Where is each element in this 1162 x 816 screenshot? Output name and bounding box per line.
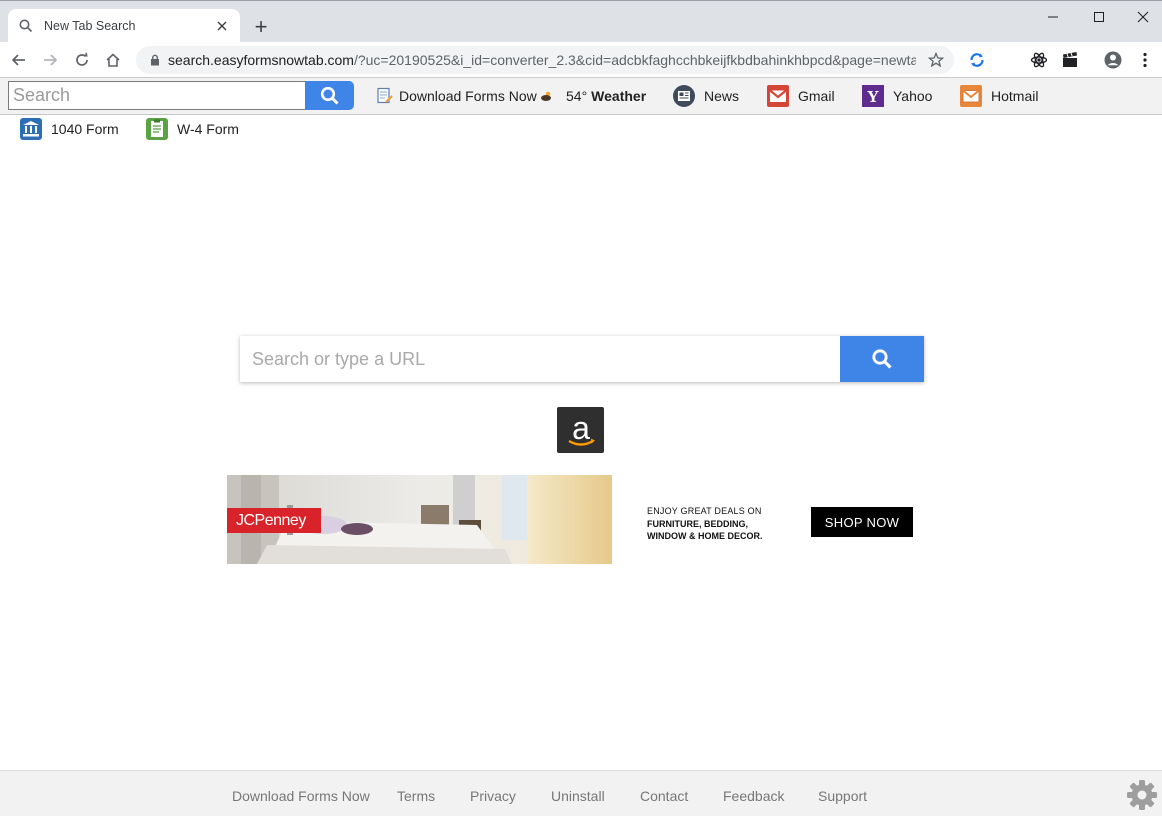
svg-text:Y: Y: [867, 87, 879, 106]
main-search-button[interactable]: [840, 336, 924, 382]
home-button[interactable]: [100, 47, 126, 73]
search-icon: [320, 86, 339, 105]
bookmark-star-icon[interactable]: [926, 50, 946, 70]
toolbar-search-input[interactable]: [8, 81, 306, 110]
footer-link-feedback[interactable]: Feedback: [723, 788, 784, 804]
search-icon: [872, 349, 892, 369]
gmail-icon: [766, 84, 790, 108]
footer-link-uninstall[interactable]: Uninstall: [551, 788, 605, 804]
footer-link-privacy[interactable]: Privacy: [470, 788, 516, 804]
lock-icon: [148, 53, 162, 67]
browser-toolbar: search.easyformsnowtab.com/?uc=20190525&…: [0, 42, 1162, 78]
ad-copy-line-1: ENJOY GREAT DEALS ON: [647, 506, 762, 516]
tab-title: New Tab Search: [44, 19, 136, 33]
weather-icon: [538, 84, 556, 108]
footer-link-support[interactable]: Support: [818, 788, 867, 804]
gmail-label: Gmail: [798, 88, 835, 104]
browser-window: New Tab Search + search.easyformsnowtab.…: [0, 0, 1162, 816]
address-bar[interactable]: search.easyformsnowtab.com/?uc=20190525&…: [136, 46, 954, 74]
footer-link-contact[interactable]: Contact: [640, 788, 688, 804]
url-host: search.easyformsnowtab.com: [168, 52, 354, 68]
page-footer: Download Forms Now Terms Privacy Uninsta…: [0, 770, 1162, 816]
url-path: /?uc=20190525&i_id=converter_2.3&cid=adc…: [353, 52, 916, 68]
yahoo-link[interactable]: Y Yahoo: [861, 84, 932, 108]
minimize-button[interactable]: [1030, 3, 1076, 31]
main-search-input[interactable]: [240, 336, 840, 382]
news-label: News: [704, 88, 740, 104]
download-forms-link[interactable]: Download Forms Now: [376, 84, 537, 108]
quick-link-label: 1040 Form: [51, 121, 119, 137]
weather-temperature: 54°: [566, 88, 588, 104]
hotmail-link[interactable]: Hotmail: [959, 84, 1038, 108]
toolbar-search-button[interactable]: [306, 81, 354, 110]
amazon-icon: a: [567, 410, 595, 446]
footer-link-terms[interactable]: Terms: [397, 788, 435, 804]
news-icon: [672, 84, 696, 108]
ad-copy-line-3: WINDOW & HOME DECOR.: [647, 531, 763, 541]
browser-menu-icon[interactable]: [1133, 48, 1157, 72]
back-button[interactable]: [6, 47, 32, 73]
extension-toolbar: Download Forms Now 54° Weather News Gmai…: [0, 78, 1162, 115]
search-icon: [18, 18, 34, 34]
tab-strip: New Tab Search +: [0, 0, 1162, 43]
yahoo-label: Yahoo: [893, 88, 933, 104]
tab-new-tab-search[interactable]: New Tab Search: [8, 9, 240, 43]
clipboard-icon: [145, 117, 169, 141]
document-pen-icon: [376, 84, 394, 108]
profile-avatar-icon[interactable]: [1101, 48, 1125, 72]
footer-link-download-forms[interactable]: Download Forms Now: [232, 788, 370, 804]
quick-link-1040-form[interactable]: 1040 Form: [19, 116, 119, 142]
atom-extension-icon[interactable]: [1027, 48, 1051, 72]
url-text[interactable]: search.easyformsnowtab.com/?uc=20190525&…: [168, 52, 916, 68]
maximize-button[interactable]: [1076, 3, 1122, 31]
forward-button[interactable]: [37, 47, 63, 73]
close-window-button[interactable]: [1120, 3, 1162, 31]
yahoo-icon: Y: [861, 84, 885, 108]
gmail-link[interactable]: Gmail: [766, 84, 835, 108]
svg-text:a: a: [572, 410, 590, 446]
shop-now-button[interactable]: SHOP NOW: [811, 507, 913, 537]
download-forms-label: Download Forms Now: [399, 88, 537, 104]
hotmail-label: Hotmail: [991, 88, 1039, 104]
quick-link-w4-form[interactable]: W-4 Form: [145, 116, 239, 142]
bank-icon: [19, 117, 43, 141]
jcpenney-logo: JCPenney: [227, 508, 321, 533]
main-search-box: [240, 336, 924, 382]
amazon-shortcut[interactable]: a: [557, 407, 604, 453]
reload-button[interactable]: [69, 47, 95, 73]
ad-copy: ENJOY GREAT DEALS ON FURNITURE, BEDDING,…: [647, 505, 807, 543]
hotmail-icon: [959, 84, 983, 108]
jcpenney-ad-banner[interactable]: JCPenney ENJOY GREAT DEALS ON FURNITURE,…: [227, 475, 927, 564]
quick-link-label: W-4 Form: [177, 121, 239, 137]
sync-extension-icon[interactable]: [965, 48, 989, 72]
ad-copy-line-2: FURNITURE, BEDDING,: [647, 518, 748, 529]
new-tab-button[interactable]: +: [248, 14, 274, 40]
weather-link[interactable]: 54° Weather: [538, 84, 646, 108]
weather-label: Weather: [591, 88, 647, 104]
gear-icon[interactable]: [1126, 779, 1158, 811]
news-link[interactable]: News: [672, 84, 739, 108]
tab-close-icon[interactable]: [210, 14, 234, 38]
clapperboard-extension-icon[interactable]: [1058, 48, 1082, 72]
